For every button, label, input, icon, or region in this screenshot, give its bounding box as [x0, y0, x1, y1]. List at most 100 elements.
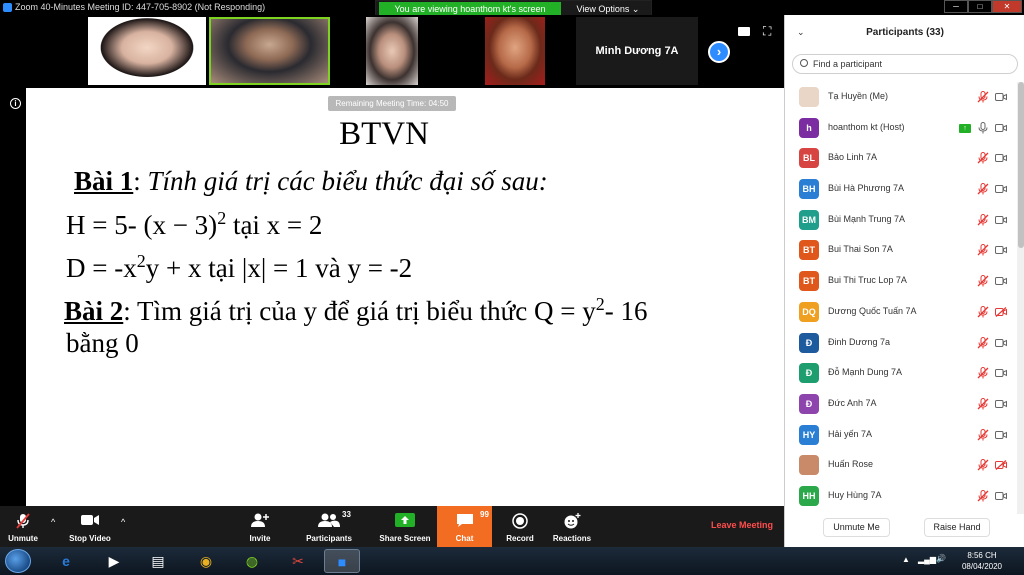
- start-button[interactable]: [5, 549, 31, 573]
- participant-row[interactable]: HH Huy Hùng 7A: [785, 481, 1017, 512]
- unmute-me-button[interactable]: Unmute Me: [823, 518, 890, 537]
- video-off-icon[interactable]: [995, 338, 1007, 348]
- participants-title: Participants (33): [866, 27, 944, 38]
- video-off-icon[interactable]: [995, 123, 1007, 133]
- participant-avatar: BT: [799, 240, 819, 261]
- tray-expand-icon[interactable]: ▲: [902, 555, 910, 564]
- view-options-button[interactable]: View Options ⌄: [566, 2, 650, 16]
- participant-row[interactable]: DQ Dương Quốc Tuấn 7A: [785, 297, 1017, 328]
- mic-muted-icon[interactable]: [977, 183, 989, 195]
- slide-line-h: H = 5- (x − 3)2 tại x = 2: [66, 208, 322, 241]
- participant-name: Bui Thi Truc Lop 7A: [828, 275, 907, 286]
- viewing-screen-label: You are viewing hoanthom kt's screen: [379, 2, 561, 16]
- participant-row[interactable]: Tạ Huyền (Me): [785, 82, 1017, 113]
- mic-muted-icon[interactable]: [977, 489, 989, 502]
- share-screen-button[interactable]: Share Screen: [375, 506, 435, 547]
- participant-row[interactable]: BT Bui Thi Truc Lop 7A: [785, 266, 1017, 297]
- add-person-icon: [251, 513, 269, 527]
- video-blocked-icon[interactable]: [995, 460, 1007, 471]
- audio-options-caret-icon[interactable]: ^: [51, 518, 59, 527]
- stop-video-button[interactable]: Stop Video: [60, 506, 120, 547]
- mic-muted-icon[interactable]: [977, 397, 989, 410]
- record-button[interactable]: Record: [500, 506, 540, 547]
- meeting-info-icon[interactable]: i: [10, 98, 21, 109]
- video-options-caret-icon[interactable]: ^: [121, 518, 129, 527]
- close-button[interactable]: ✕: [992, 0, 1022, 13]
- green-app-icon[interactable]: ◍: [234, 549, 270, 573]
- chat-bubble-icon: [456, 514, 473, 527]
- mic-muted-icon[interactable]: [977, 244, 989, 256]
- media-player-icon[interactable]: ▶: [96, 549, 132, 573]
- video-off-icon[interactable]: [995, 430, 1007, 440]
- mic-muted-icon[interactable]: [977, 91, 989, 103]
- participant-list-scrollbar[interactable]: [1017, 82, 1024, 514]
- video-tile-named[interactable]: Minh Dương 7A: [576, 17, 698, 85]
- video-tile-participant-1[interactable]: [88, 17, 206, 85]
- slide-line-d: D = -x2y + x tại |x| = 1 và y = -2: [66, 251, 412, 284]
- clock[interactable]: 8:56 CH 08/04/2020: [952, 550, 1012, 572]
- participant-row[interactable]: HY Hải yến 7A: [785, 420, 1017, 451]
- participants-footer: Unmute Me Raise Hand: [785, 515, 1024, 547]
- video-off-icon[interactable]: [995, 399, 1007, 409]
- gallery-layout-icon[interactable]: [738, 27, 750, 36]
- reactions-button[interactable]: Reactions: [548, 506, 596, 547]
- file-explorer-icon[interactable]: ▤: [140, 549, 176, 573]
- participants-button[interactable]: 33 Participants: [300, 506, 358, 547]
- leave-meeting-button[interactable]: Leave Meeting: [700, 520, 784, 534]
- paint-app-icon[interactable]: ✂: [280, 549, 316, 573]
- participant-row[interactable]: BM Bùi Mạnh Trung 7A: [785, 205, 1017, 236]
- d-exp: 2: [136, 251, 146, 271]
- invite-button[interactable]: Invite: [240, 506, 280, 547]
- video-off-icon[interactable]: [995, 245, 1007, 255]
- participant-row[interactable]: Đ Đinh Dương 7a: [785, 328, 1017, 359]
- video-tile-participant-2[interactable]: [209, 17, 330, 85]
- mic-muted-icon[interactable]: [977, 275, 989, 287]
- mic-muted-icon[interactable]: [977, 459, 989, 471]
- zoom-taskbar-icon[interactable]: ■: [324, 549, 360, 573]
- d-tail: y + x tại |x| = 1 và y = -2: [145, 253, 413, 283]
- h-expr: H = 5- (x − 3): [66, 210, 218, 240]
- mic-muted-icon[interactable]: [977, 152, 989, 164]
- raise-hand-button[interactable]: Raise Hand: [924, 518, 990, 537]
- mic-muted-icon[interactable]: [977, 213, 989, 226]
- gallery-next-arrow-icon[interactable]: ›: [708, 41, 730, 63]
- bai1-label: Bài 1: [74, 166, 134, 196]
- mic-muted-icon[interactable]: [977, 367, 989, 379]
- participant-row[interactable]: Đ Đỗ Mạnh Dung 7A: [785, 358, 1017, 389]
- video-off-icon[interactable]: [995, 153, 1007, 163]
- participant-row[interactable]: Huấn Rose: [785, 450, 1017, 481]
- video-off-icon[interactable]: [995, 368, 1007, 378]
- participant-row[interactable]: h hoanthom kt (Host) ↑: [785, 113, 1017, 144]
- participant-row[interactable]: BL Bảo Linh 7A: [785, 143, 1017, 174]
- mic-muted-icon[interactable]: [977, 428, 989, 441]
- record-label: Record: [506, 534, 534, 543]
- participant-row[interactable]: Đ Đức Anh 7A: [785, 389, 1017, 420]
- reactions-label: Reactions: [552, 534, 592, 543]
- chat-button[interactable]: 99 Chat: [437, 506, 492, 547]
- video-off-icon[interactable]: [995, 184, 1007, 194]
- mic-icon[interactable]: [977, 121, 989, 134]
- video-off-icon[interactable]: [995, 215, 1007, 225]
- video-blocked-icon[interactable]: [995, 306, 1007, 317]
- unmute-button[interactable]: Unmute: [0, 506, 46, 547]
- participant-row[interactable]: BH Bùi Hà Phương 7A: [785, 174, 1017, 205]
- participant-search-input[interactable]: Find a participant: [792, 54, 1018, 74]
- mic-muted-icon[interactable]: [977, 336, 989, 349]
- participant-row[interactable]: BT Bui Thai Son 7A: [785, 235, 1017, 266]
- fullscreen-icon[interactable]: ⛶: [763, 25, 775, 37]
- chrome-icon[interactable]: ◉: [188, 549, 224, 573]
- video-off-icon[interactable]: [995, 491, 1007, 501]
- volume-icon[interactable]: 🔊: [936, 554, 946, 563]
- participant-name: Bui Thai Son 7A: [828, 244, 893, 255]
- scrollbar-thumb[interactable]: [1018, 82, 1024, 248]
- video-off-icon[interactable]: [995, 92, 1007, 102]
- video-tile-participant-4[interactable]: [485, 17, 545, 85]
- maximize-button[interactable]: □: [968, 0, 992, 13]
- video-off-icon[interactable]: [995, 276, 1007, 286]
- mic-muted-icon[interactable]: [977, 305, 989, 318]
- video-tile-participant-3[interactable]: [366, 17, 418, 85]
- minimize-button[interactable]: ─: [944, 0, 968, 13]
- network-signal-icon[interactable]: ▂▄▆: [918, 555, 936, 564]
- internet-explorer-icon[interactable]: e: [48, 549, 84, 573]
- clock-time: 8:56 CH: [967, 551, 997, 560]
